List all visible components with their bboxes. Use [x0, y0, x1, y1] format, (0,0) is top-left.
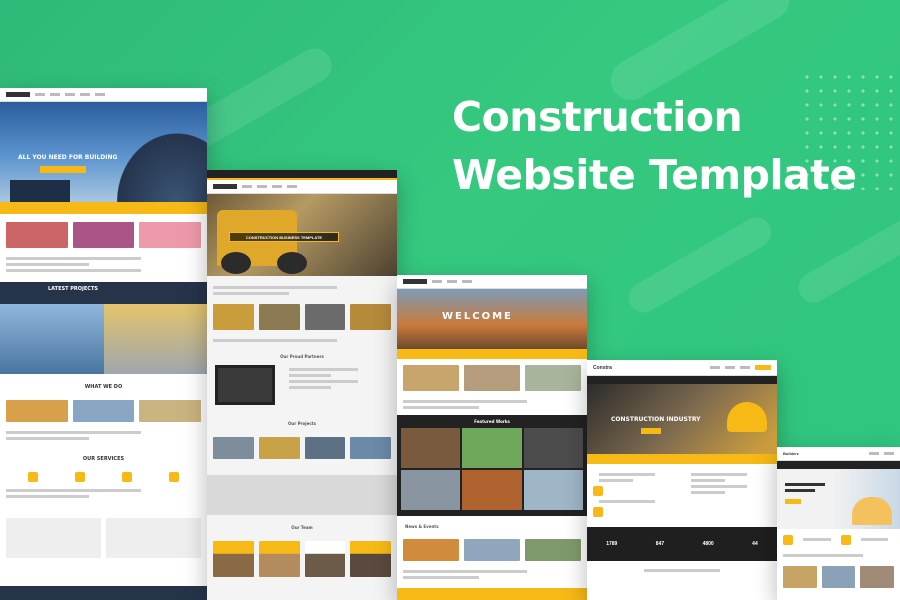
- template-preview-1[interactable]: ALL YOU NEED FOR BUILDING LATEST PROJECT…: [0, 88, 207, 600]
- preview-nav: Constra: [587, 360, 777, 376]
- preview-nav: Builderz: [777, 447, 900, 461]
- preview-nav: [397, 275, 587, 289]
- preview-section-partners: Our Proud Partners: [280, 354, 324, 359]
- template-preview-3[interactable]: WELCOME Featured Works News & Events: [397, 275, 587, 600]
- preview-hero: [777, 469, 900, 529]
- preview-project-images: [0, 304, 207, 374]
- stat-value: 1789: [606, 541, 618, 547]
- bg-stripe: [793, 202, 900, 308]
- bg-stripe: [623, 212, 777, 318]
- preview-section-projects: Our Projects: [287, 421, 316, 426]
- preview-stats: 1789 847 4800 44: [587, 527, 777, 561]
- headline: Construction Website Template: [452, 88, 857, 204]
- preview-dark-band: LATEST PROJECTS: [0, 282, 207, 304]
- preview-accent-bar: [587, 454, 777, 464]
- preview-featured-works: Featured Works: [397, 415, 587, 516]
- preview-hero: CONSTRUCTION BUSINESS TEMPLATE: [207, 194, 397, 276]
- preview-logo: Builderz: [783, 451, 799, 456]
- preview-hero-banner: CONSTRUCTION BUSINESS TEMPLATE: [229, 232, 339, 242]
- stat-value: 4800: [702, 541, 714, 547]
- preview-accent-bar: [397, 349, 587, 359]
- stat-value: 44: [752, 541, 758, 547]
- preview-logo: Constra: [593, 364, 612, 371]
- preview-section-services: OUR SERVICES: [82, 456, 125, 462]
- template-preview-2[interactable]: CONSTRUCTION BUSINESS TEMPLATE Our Proud…: [207, 170, 397, 600]
- preview-nav: [0, 88, 207, 102]
- preview-accent-bar: [0, 202, 207, 214]
- template-preview-4[interactable]: Constra CONSTRUCTION INDUSTRY 1789 847 4…: [587, 360, 777, 600]
- preview-hero: WELCOME: [397, 289, 587, 349]
- stat-value: 847: [655, 541, 665, 547]
- preview-hero-text: WELCOME: [442, 311, 513, 322]
- preview-hero-text: CONSTRUCTION INDUSTRY: [611, 416, 701, 423]
- preview-hero: CONSTRUCTION INDUSTRY: [587, 384, 777, 454]
- preview-section-what: WHAT WE DO: [84, 384, 123, 390]
- preview-nav: [207, 180, 397, 194]
- preview-hero: ALL YOU NEED FOR BUILDING: [0, 102, 207, 202]
- headline-line-1: Construction: [452, 93, 743, 141]
- preview-topbar: [207, 170, 397, 180]
- preview-section-featured: Featured Works: [474, 419, 510, 424]
- preview-hero-text: ALL YOU NEED FOR BUILDING: [18, 154, 118, 161]
- preview-section-news: News & Events: [405, 524, 439, 529]
- preview-section-latest: LATEST PROJECTS: [48, 286, 98, 292]
- preview-section-team: Our Team: [291, 525, 313, 530]
- headline-line-2: Website Template: [452, 151, 857, 199]
- template-preview-5[interactable]: Builderz: [777, 447, 900, 600]
